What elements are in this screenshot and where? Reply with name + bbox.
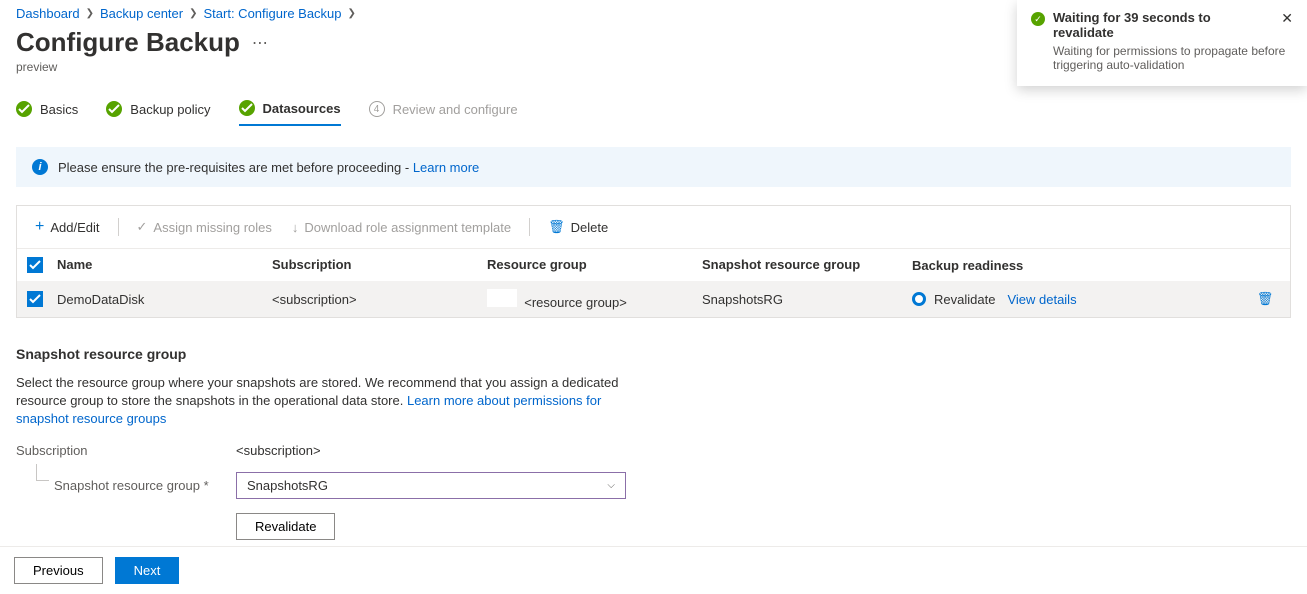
col-resource-group: Resource group (487, 257, 702, 273)
check-icon (16, 101, 32, 117)
info-learn-more-link[interactable]: Learn more (413, 160, 479, 175)
revalidate-icon (912, 292, 926, 306)
next-button[interactable]: Next (115, 557, 180, 584)
step-label: Basics (40, 102, 78, 117)
close-icon[interactable]: ✕ (1281, 10, 1293, 27)
revalidate-button[interactable]: Revalidate (236, 513, 335, 540)
notification-toast: ✓ Waiting for 39 seconds to revalidate ✕… (1017, 0, 1307, 86)
wizard-steps: Basics Backup policy Datasources 4 Revie… (16, 100, 1291, 127)
step-review: 4 Review and configure (369, 101, 518, 125)
add-edit-button[interactable]: + Add/Edit (27, 214, 108, 240)
separator (118, 218, 119, 236)
chevron-down-icon: ⌵ (607, 480, 615, 491)
col-name: Name (57, 257, 272, 273)
delete-label: Delete (571, 220, 609, 235)
table-header: Name Subscription Resource group Snapsho… (17, 248, 1290, 281)
select-all-checkbox[interactable] (27, 257, 43, 273)
check-icon (106, 101, 122, 117)
trash-icon[interactable]: 🗑 (1257, 291, 1274, 306)
delete-button[interactable]: 🗑 Delete (540, 215, 616, 239)
plus-icon: + (35, 218, 44, 236)
breadcrumb-start[interactable]: Start: Configure Backup (204, 6, 342, 21)
cell-name: DemoDataDisk (57, 292, 272, 307)
cell-snapshot-rg: SnapshotsRG (702, 292, 912, 307)
chevron-right-icon: ❯ (348, 8, 356, 19)
step-number-icon: 4 (369, 101, 385, 117)
check-icon (239, 100, 255, 116)
subscription-label: Subscription (16, 443, 236, 458)
snapshot-rg-select[interactable]: SnapshotsRG ⌵ (236, 472, 626, 499)
col-backup-readiness: Backup readiness (912, 257, 1250, 273)
assign-label: Assign missing roles (153, 220, 272, 235)
download-label: Download role assignment template (304, 220, 511, 235)
col-snapshot-rg: Snapshot resource group (702, 257, 912, 273)
view-details-link[interactable]: View details (1007, 292, 1076, 307)
chevron-right-icon: ❯ (189, 8, 197, 19)
table-row[interactable]: DemoDataDisk <subscription> <resource gr… (17, 281, 1290, 317)
breadcrumb-dashboard[interactable]: Dashboard (16, 6, 80, 21)
cell-resource-group: <resource group> (487, 289, 702, 310)
subscription-value: <subscription> (236, 443, 321, 458)
toast-body: Waiting for permissions to propagate bef… (1031, 44, 1293, 72)
snapshot-section-title: Snapshot resource group (16, 346, 1291, 362)
breadcrumb-backup-center[interactable]: Backup center (100, 6, 183, 21)
info-icon: i (32, 159, 48, 175)
cell-readiness-action: Revalidate (934, 292, 995, 307)
wizard-footer: Previous Next (0, 546, 1307, 594)
snapshot-rg-label: Snapshot resource group * (16, 478, 236, 493)
download-icon: ↓ (292, 220, 299, 235)
col-subscription: Subscription (272, 257, 487, 273)
step-label: Backup policy (130, 102, 210, 117)
step-label: Datasources (263, 101, 341, 116)
chevron-right-icon: ❯ (86, 8, 94, 19)
step-backup-policy[interactable]: Backup policy (106, 101, 210, 125)
select-value: SnapshotsRG (247, 478, 328, 493)
more-icon[interactable]: ⋯ (252, 33, 268, 53)
step-basics[interactable]: Basics (16, 101, 78, 125)
page-title: Configure Backup (16, 27, 240, 58)
datasources-table: Name Subscription Resource group Snapsho… (17, 248, 1290, 317)
success-icon: ✓ (1031, 12, 1045, 26)
previous-button[interactable]: Previous (14, 557, 103, 584)
info-text: Please ensure the pre-requisites are met… (58, 160, 413, 175)
toast-title: Waiting for 39 seconds to revalidate (1053, 10, 1273, 40)
row-checkbox[interactable] (27, 291, 43, 307)
info-banner: i Please ensure the pre-requisites are m… (16, 147, 1291, 187)
snapshot-section-desc: Select the resource group where your sna… (16, 374, 636, 429)
trash-icon: 🗑 (548, 219, 565, 235)
add-edit-label: Add/Edit (50, 220, 99, 235)
assign-roles-button: ✓ Assign missing roles (129, 215, 280, 239)
step-datasources[interactable]: Datasources (239, 100, 341, 126)
cell-subscription: <subscription> (272, 292, 487, 307)
table-toolbar: + Add/Edit ✓ Assign missing roles ↓ Down… (17, 206, 1290, 248)
separator (529, 218, 530, 236)
download-template-button: ↓ Download role assignment template (284, 216, 519, 239)
redacted-block (487, 289, 517, 307)
check-icon: ✓ (137, 219, 148, 235)
step-label: Review and configure (393, 102, 518, 117)
